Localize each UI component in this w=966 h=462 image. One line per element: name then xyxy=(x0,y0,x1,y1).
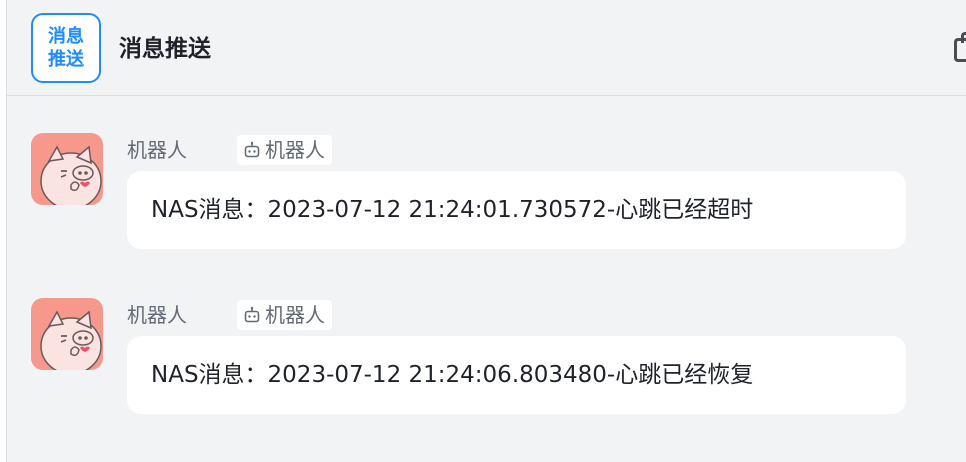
chat-logo[interactable]: 消息 推送 xyxy=(31,13,101,83)
message-bubble[interactable]: NAS消息：2023-07-12 21:24:06.803480-心跳已经恢复 xyxy=(127,336,906,414)
pig-avatar[interactable] xyxy=(31,298,103,370)
chat-title[interactable]: 消息推送 xyxy=(119,34,211,64)
chat-header: 消息 推送 消息推送 xyxy=(7,0,966,96)
chat-logo-line2: 推送 xyxy=(48,49,84,70)
sender-name[interactable]: 机器人 xyxy=(127,137,187,163)
sender-name[interactable]: 机器人 xyxy=(127,302,187,328)
message-bubble[interactable]: NAS消息：2023-07-12 21:24:01.730572-心跳已经超时 xyxy=(127,171,906,249)
robot-icon xyxy=(244,141,260,158)
robot-icon xyxy=(244,306,260,323)
message-text: NAS消息：2023-07-12 21:24:01.730572-心跳已经超时 xyxy=(151,197,754,223)
message-text: NAS消息：2023-07-12 21:24:06.803480-心跳已经恢复 xyxy=(151,362,754,388)
chat-logo-line1: 消息 xyxy=(48,26,84,47)
left-panel-edge xyxy=(0,0,7,462)
pig-avatar[interactable] xyxy=(31,133,103,205)
bot-badge: 机器人 xyxy=(237,135,332,165)
bot-badge: 机器人 xyxy=(237,300,332,330)
bot-badge-label: 机器人 xyxy=(265,303,325,327)
share-icon[interactable] xyxy=(954,32,966,62)
bot-badge-label: 机器人 xyxy=(265,138,325,162)
